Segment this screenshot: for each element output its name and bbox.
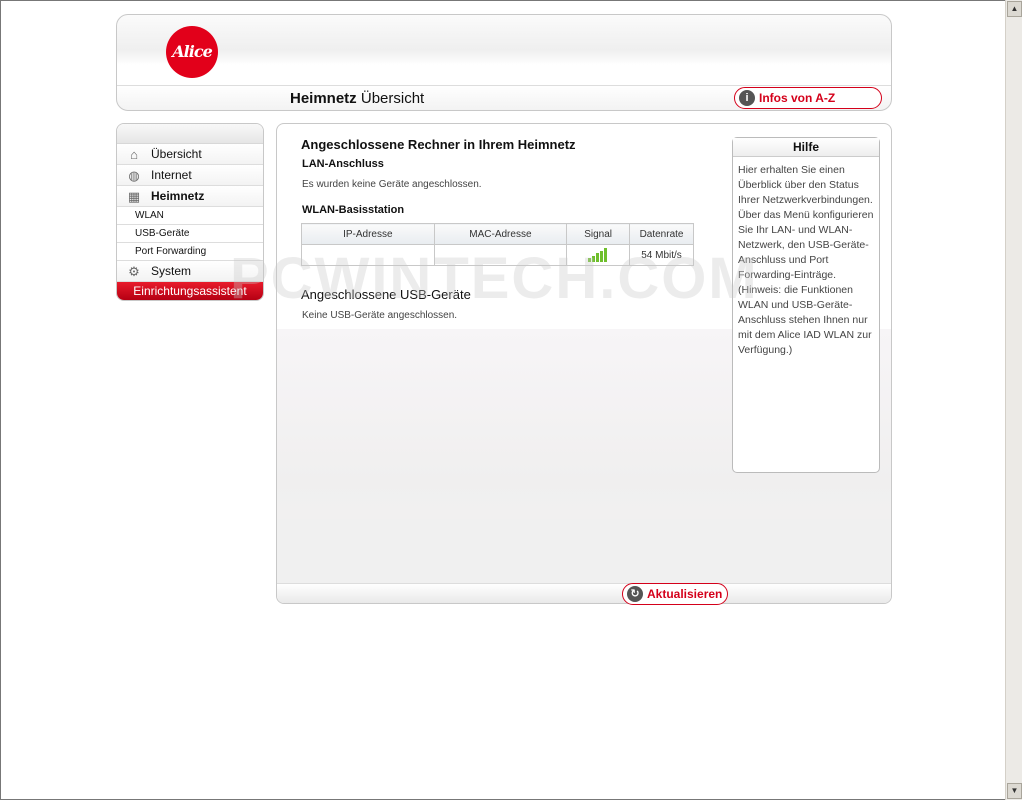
network-icon: ▦ (127, 189, 141, 204)
page-title: Heimnetz Übersicht (290, 90, 424, 107)
sidebar-item-uebersicht[interactable]: ⌂ Übersicht (117, 144, 263, 165)
sidebar-item-label: System (151, 264, 192, 278)
sidebar-header (117, 124, 263, 144)
usb-status-text: Keine USB-Geräte angeschlossen. (302, 310, 458, 321)
infos-a-z-button[interactable]: i Infos von A-Z (734, 87, 882, 109)
wlan-heading: WLAN-Basisstation (302, 204, 405, 216)
sidebar-subitem-port-forwarding[interactable]: Port Forwarding (117, 243, 263, 261)
main-panel: Angeschlossene Rechner in Ihrem Heimnetz… (276, 123, 892, 604)
vertical-scrollbar[interactable]: ▲ ▼ (1005, 0, 1022, 800)
cell-datarate: 54 Mbit/s (629, 244, 694, 266)
alice-logo[interactable]: Alice (166, 26, 218, 78)
gear-icon: ⚙ (128, 264, 140, 279)
cell-ip-address (301, 244, 435, 266)
signal-bar (592, 255, 596, 262)
page-title-subpage: Übersicht (360, 90, 425, 107)
home-icon: ⌂ (130, 147, 138, 162)
signal-bar (604, 248, 608, 262)
info-icon: i (739, 90, 755, 106)
header-divider (117, 85, 891, 86)
sidebar-item-system[interactable]: ⚙ System (117, 261, 263, 282)
refresh-button[interactable]: ↻ Aktualisieren (622, 583, 728, 605)
signal-bar (600, 250, 604, 262)
sidebar-subitem-usb-geraete[interactable]: USB-Geräte (117, 225, 263, 243)
help-box: Hilfe Hier erhalten Sie einen Überblick … (732, 137, 880, 473)
sidebar-item-label: Heimnetz (151, 189, 205, 203)
table-header-row: IP-Adresse MAC-Adresse Signal Datenrate (301, 223, 694, 245)
section-heading-connected-computers: Angeschlossene Rechner in Ihrem Heimnetz (301, 137, 576, 152)
signal-strength-icon (588, 248, 608, 262)
sidebar-item-internet[interactable]: ◍ Internet (117, 165, 263, 186)
signal-bar (588, 258, 592, 262)
usb-heading: Angeschlossene USB-Geräte (301, 287, 471, 302)
panel-background-lower (277, 519, 891, 585)
col-mac-address: MAC-Adresse (433, 223, 568, 245)
col-signal: Signal (566, 223, 631, 245)
lan-heading: LAN-Anschluss (302, 158, 384, 170)
col-ip-address: IP-Adresse (301, 223, 435, 245)
lan-status-text: Es wurden keine Geräte angeschlossen. (302, 179, 482, 190)
refresh-label: Aktualisieren (647, 587, 723, 601)
col-datarate: Datenrate (629, 223, 694, 245)
sidebar-item-label: Übersicht (151, 147, 202, 161)
scroll-down-icon[interactable]: ▼ (1007, 783, 1022, 799)
table-row: 54 Mbit/s (301, 244, 694, 266)
sidebar-subitem-wlan[interactable]: WLAN (117, 207, 263, 225)
cell-signal (566, 244, 631, 266)
help-text: Hier erhalten Sie einen Überblick über d… (738, 164, 874, 356)
infos-a-z-label: Infos von A-Z (759, 91, 836, 105)
wlan-clients-table: IP-Adresse MAC-Adresse Signal Datenrate … (301, 223, 694, 266)
sidebar-item-heimnetz[interactable]: ▦ Heimnetz (117, 186, 263, 207)
globe-icon: ◍ (128, 168, 140, 183)
refresh-icon: ↻ (627, 586, 643, 602)
sidebar-item-label: Internet (151, 168, 192, 182)
scroll-up-icon[interactable]: ▲ (1007, 1, 1022, 17)
sidebar-nav: ⌂ Übersicht ◍ Internet ▦ Heimnetz WLAN U… (116, 123, 264, 301)
help-title: Hilfe (733, 138, 879, 157)
panel-footer (277, 583, 891, 603)
page-title-section: Heimnetz (290, 90, 357, 107)
setup-wizard-button[interactable]: Einrichtungsassistent (117, 282, 263, 300)
signal-bar (596, 253, 600, 262)
cell-mac-address (433, 244, 568, 266)
